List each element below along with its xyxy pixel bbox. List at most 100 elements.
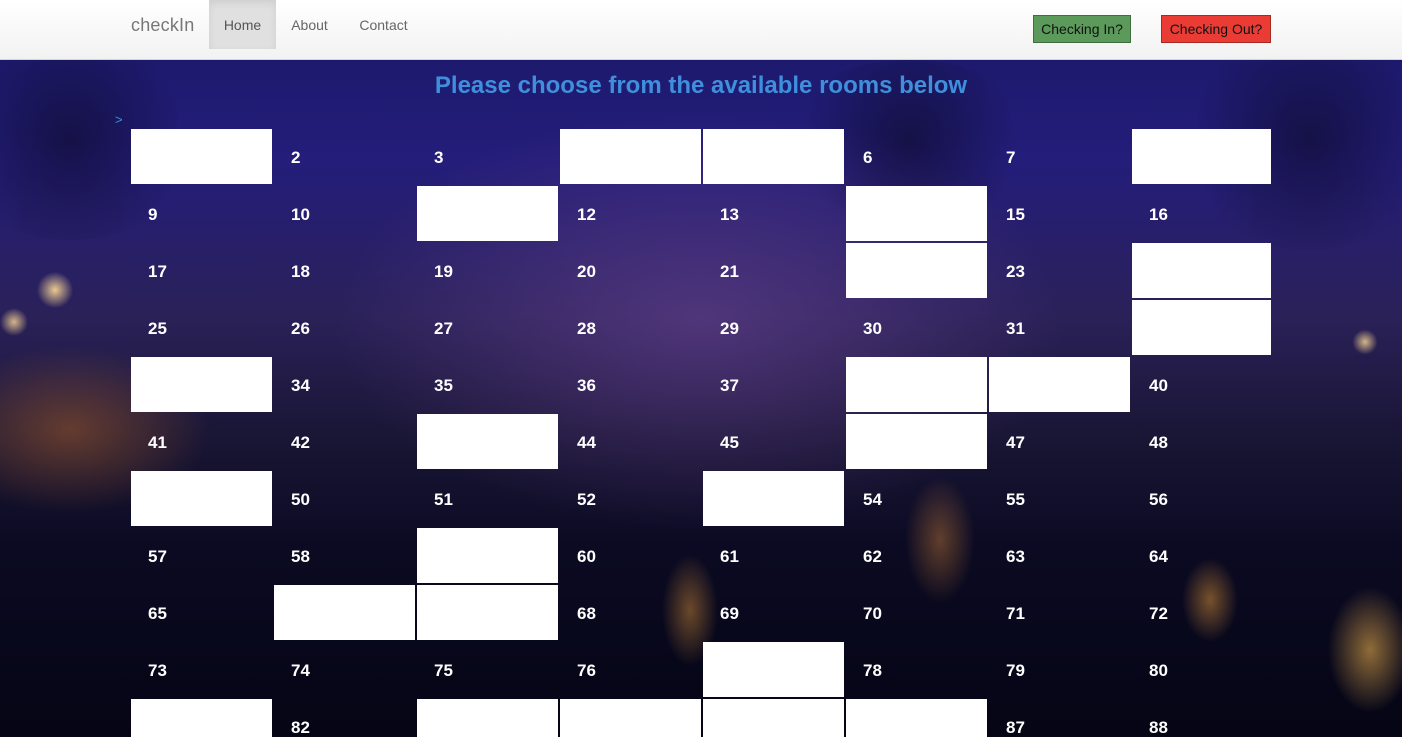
room-number: 40 bbox=[1149, 376, 1168, 395]
room-tile[interactable]: 21 bbox=[703, 243, 844, 298]
room-number: 78 bbox=[863, 661, 882, 680]
room-tile[interactable]: 27 bbox=[417, 300, 558, 355]
room-tile[interactable]: 35 bbox=[417, 357, 558, 412]
room-tile[interactable]: 16 bbox=[1132, 186, 1271, 241]
room-tile[interactable]: 10 bbox=[274, 186, 415, 241]
room-tile[interactable]: 79 bbox=[989, 642, 1130, 697]
room-tile[interactable]: 56 bbox=[1132, 471, 1271, 526]
room-tile[interactable]: 47 bbox=[989, 414, 1130, 469]
room-tile[interactable]: 80 bbox=[1132, 642, 1271, 697]
room-number: 56 bbox=[1149, 490, 1168, 509]
room-tile[interactable]: 31 bbox=[989, 300, 1130, 355]
room-tile[interactable]: 55 bbox=[989, 471, 1130, 526]
room-tile[interactable]: 78 bbox=[846, 642, 987, 697]
room-tile[interactable]: 63 bbox=[989, 528, 1130, 583]
room-tile[interactable]: 7 bbox=[989, 129, 1130, 184]
room-tile[interactable]: 2 bbox=[274, 129, 415, 184]
room-tile[interactable]: 87 bbox=[989, 699, 1130, 737]
room-number: 74 bbox=[291, 661, 310, 680]
room-number: 16 bbox=[1149, 205, 1168, 224]
room-number: 26 bbox=[291, 319, 310, 338]
room-tile[interactable]: 76 bbox=[560, 642, 701, 697]
room-tile[interactable]: 73 bbox=[131, 642, 272, 697]
room-tile[interactable]: 72 bbox=[1132, 585, 1271, 640]
room-number: 13 bbox=[720, 205, 739, 224]
room-tile[interactable]: 42 bbox=[274, 414, 415, 469]
unavailable-room-tile bbox=[274, 585, 415, 640]
room-tile[interactable]: 48 bbox=[1132, 414, 1271, 469]
room-number: 79 bbox=[1006, 661, 1025, 680]
room-tile[interactable]: 15 bbox=[989, 186, 1130, 241]
room-tile[interactable]: 6 bbox=[846, 129, 987, 184]
room-number: 47 bbox=[1006, 433, 1025, 452]
room-tile[interactable]: 17 bbox=[131, 243, 272, 298]
room-number: 2 bbox=[291, 148, 301, 167]
room-tile[interactable]: 44 bbox=[560, 414, 701, 469]
room-tile[interactable]: 45 bbox=[703, 414, 844, 469]
room-number: 64 bbox=[1149, 547, 1168, 566]
room-number: 60 bbox=[577, 547, 596, 566]
room-tile[interactable]: 29 bbox=[703, 300, 844, 355]
room-tile[interactable]: 88 bbox=[1132, 699, 1271, 737]
room-number: 72 bbox=[1149, 604, 1168, 623]
room-tile[interactable]: 34 bbox=[274, 357, 415, 412]
room-tile[interactable]: 69 bbox=[703, 585, 844, 640]
room-tile[interactable]: 3 bbox=[417, 129, 558, 184]
room-tile[interactable]: 61 bbox=[703, 528, 844, 583]
nav-link-contact[interactable]: Contact bbox=[345, 0, 422, 49]
room-tile[interactable]: 20 bbox=[560, 243, 701, 298]
room-number: 20 bbox=[577, 262, 596, 281]
unavailable-room-tile bbox=[846, 414, 987, 469]
room-number: 25 bbox=[148, 319, 167, 338]
unavailable-room-tile bbox=[989, 357, 1130, 412]
room-tile[interactable]: 70 bbox=[846, 585, 987, 640]
room-tile[interactable]: 25 bbox=[131, 300, 272, 355]
room-tile[interactable]: 36 bbox=[560, 357, 701, 412]
navbar: checkIn Home About Contact Checking In? … bbox=[0, 0, 1402, 60]
room-tile[interactable]: 41 bbox=[131, 414, 272, 469]
room-tile[interactable]: 18 bbox=[274, 243, 415, 298]
room-tile[interactable]: 60 bbox=[560, 528, 701, 583]
room-tile[interactable]: 40 bbox=[1132, 357, 1271, 412]
room-tile[interactable]: 62 bbox=[846, 528, 987, 583]
room-number: 15 bbox=[1006, 205, 1025, 224]
room-number: 28 bbox=[577, 319, 596, 338]
checking-out-button[interactable]: Checking Out? bbox=[1161, 15, 1271, 43]
nav-link-about[interactable]: About bbox=[276, 0, 343, 49]
room-tile[interactable]: 82 bbox=[274, 699, 415, 737]
room-tile[interactable]: 64 bbox=[1132, 528, 1271, 583]
room-tile[interactable]: 9 bbox=[131, 186, 272, 241]
room-tile[interactable]: 30 bbox=[846, 300, 987, 355]
room-tile[interactable]: 68 bbox=[560, 585, 701, 640]
room-grid: 2 3 6 7 9 10 12 13 15 16 17 18 19 20 21 23 25 26 27 28 29 30 3… bbox=[131, 129, 1271, 737]
room-number: 50 bbox=[291, 490, 310, 509]
room-number: 70 bbox=[863, 604, 882, 623]
room-tile[interactable]: 23 bbox=[989, 243, 1130, 298]
room-tile[interactable]: 19 bbox=[417, 243, 558, 298]
unavailable-room-tile bbox=[131, 471, 272, 526]
room-tile[interactable]: 58 bbox=[274, 528, 415, 583]
room-number: 58 bbox=[291, 547, 310, 566]
room-number: 61 bbox=[720, 547, 739, 566]
room-number: 52 bbox=[577, 490, 596, 509]
room-tile[interactable]: 71 bbox=[989, 585, 1130, 640]
unavailable-room-tile bbox=[131, 129, 272, 184]
room-number: 44 bbox=[577, 433, 596, 452]
room-tile[interactable]: 26 bbox=[274, 300, 415, 355]
brand-logo[interactable]: checkIn bbox=[131, 15, 194, 36]
room-tile[interactable]: 37 bbox=[703, 357, 844, 412]
room-tile[interactable]: 54 bbox=[846, 471, 987, 526]
room-tile[interactable]: 57 bbox=[131, 528, 272, 583]
room-tile[interactable]: 13 bbox=[703, 186, 844, 241]
room-tile[interactable]: 12 bbox=[560, 186, 701, 241]
room-tile[interactable]: 65 bbox=[131, 585, 272, 640]
room-tile[interactable]: 52 bbox=[560, 471, 701, 526]
nav-link-home[interactable]: Home bbox=[209, 0, 276, 49]
checking-in-button[interactable]: Checking In? bbox=[1033, 15, 1131, 43]
room-tile[interactable]: 75 bbox=[417, 642, 558, 697]
room-tile[interactable]: 28 bbox=[560, 300, 701, 355]
room-tile[interactable]: 51 bbox=[417, 471, 558, 526]
room-number: 23 bbox=[1006, 262, 1025, 281]
room-tile[interactable]: 74 bbox=[274, 642, 415, 697]
room-tile[interactable]: 50 bbox=[274, 471, 415, 526]
